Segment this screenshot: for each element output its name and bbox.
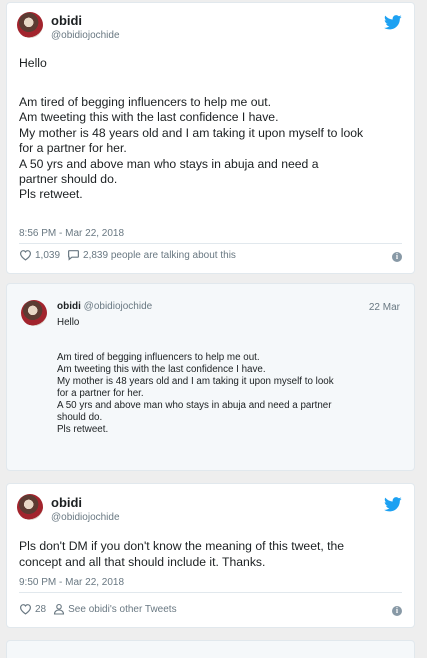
quoted-line: A 50 yrs and above man who stays in abuj… xyxy=(57,400,332,411)
tweet-line: Pls don't DM if you don't know the meani… xyxy=(19,539,345,553)
tweet-line: Pls retweet. xyxy=(19,187,83,202)
quoted-line: for a partner for her. xyxy=(57,388,144,399)
tweet-line: for a partner for her. xyxy=(19,141,127,156)
like-count[interactable]: 1,039 xyxy=(35,250,60,261)
divider xyxy=(19,243,402,244)
twitter-bird-icon[interactable] xyxy=(384,497,402,512)
other-tweets-link[interactable]: See obidi's other Tweets xyxy=(68,604,176,615)
info-icon[interactable]: i xyxy=(392,606,402,616)
quoted-date[interactable]: 22 Mar xyxy=(369,302,400,313)
quoted-author-name: obidi xyxy=(57,301,81,312)
tweet-line: Am tired of begging influencers to help … xyxy=(19,95,272,109)
quoted-author-handle: @obidiojochide xyxy=(83,301,153,312)
tweet-line: My mother is 48 years old and I am takin… xyxy=(19,125,364,140)
quoted-author[interactable]: obidi @obidiojochide xyxy=(57,301,152,312)
like-count[interactable]: 28 xyxy=(35,604,46,615)
info-icon[interactable]: i xyxy=(392,252,402,262)
author-handle[interactable]: @obidiojochide xyxy=(51,512,120,523)
tweet-timestamp[interactable]: 9:50 PM - Mar 22, 2018 xyxy=(19,577,124,588)
quoted-line: Am tweeting this with the last confidenc… xyxy=(57,364,266,375)
heart-icon[interactable] xyxy=(19,603,32,615)
reply-bubble-icon[interactable] xyxy=(67,249,80,261)
person-icon xyxy=(54,603,65,615)
author-handle[interactable]: @obidiojochide xyxy=(51,30,120,41)
tweet-line: Hello xyxy=(19,56,47,70)
twitter-bird-icon[interactable] xyxy=(384,15,402,30)
tweet-card: obidi @obidiojochide Hello Am tired of b… xyxy=(6,2,415,274)
avatar[interactable] xyxy=(21,300,47,326)
tweet-card: obidi @obidiojochide Pls don't DM if you… xyxy=(6,483,415,628)
tweet-actions: 1,039 2,839 people are talking about thi… xyxy=(19,249,236,261)
quoted-line: Hello xyxy=(57,317,80,328)
avatar[interactable] xyxy=(17,12,43,38)
tweet-actions: 28 See obidi's other Tweets xyxy=(19,603,177,615)
tweet-line: A 50 yrs and above man who stays in abuj… xyxy=(19,156,319,171)
next-tweet-card xyxy=(6,640,415,658)
divider xyxy=(19,592,402,593)
tweet-timestamp[interactable]: 8:56 PM - Mar 22, 2018 xyxy=(19,228,124,239)
quoted-tweet[interactable]: obidi @obidiojochide 22 Mar Hello Am tir… xyxy=(6,283,415,471)
tweet-line: concept and all that should include it. … xyxy=(19,555,266,569)
author-name[interactable]: obidi xyxy=(51,495,82,510)
quoted-line: should do. xyxy=(57,412,103,423)
quoted-line: Am tired of begging influencers to help … xyxy=(57,352,260,363)
tweet-line: Am tweeting this with the last confidenc… xyxy=(19,110,279,125)
quoted-line: Pls retweet. xyxy=(57,424,109,435)
talking-count[interactable]: 2,839 people are talking about this xyxy=(83,250,236,261)
heart-icon[interactable] xyxy=(19,249,32,261)
author-name[interactable]: obidi xyxy=(51,13,82,28)
avatar[interactable] xyxy=(17,494,43,520)
quoted-line: My mother is 48 years old and I am takin… xyxy=(57,376,334,387)
tweet-line: partner should do. xyxy=(19,172,118,186)
